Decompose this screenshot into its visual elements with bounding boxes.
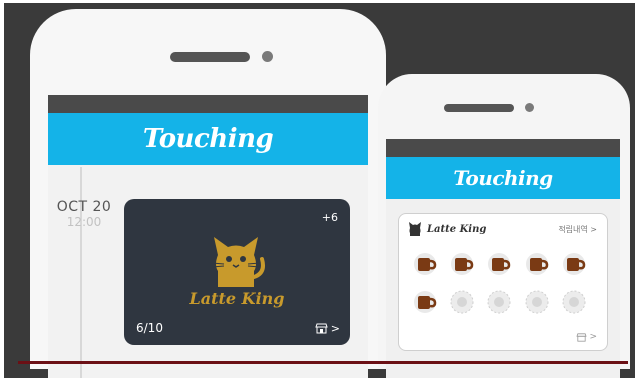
left-phone-screen: Touching OCT 20 12:00 +6 Latte King 6/10… bbox=[48, 95, 368, 378]
promo-stage: Touching OCT 20 12:00 +6 Latte King 6/10… bbox=[4, 3, 635, 378]
bottom-divider bbox=[18, 361, 628, 364]
filled-stamp bbox=[523, 250, 553, 278]
cat-logo-icon bbox=[409, 222, 421, 236]
empty-stamp bbox=[448, 288, 478, 316]
filled-stamp bbox=[560, 250, 590, 278]
app-logo-title: Touching bbox=[453, 166, 553, 190]
card-header: Latte King bbox=[407, 222, 486, 236]
filled-stamp bbox=[485, 250, 515, 278]
coffee-cup-icon bbox=[414, 253, 437, 275]
stamp-detail-card: Latte King 적립내역 > > bbox=[398, 213, 608, 351]
coffee-cup-icon bbox=[488, 253, 511, 275]
brand-name: Latte King bbox=[189, 289, 285, 308]
left-phone: Touching OCT 20 12:00 +6 Latte King 6/10… bbox=[30, 9, 386, 378]
filled-stamp bbox=[411, 250, 441, 278]
date-label: OCT 20 bbox=[56, 199, 112, 215]
empty-stamp-icon bbox=[562, 290, 586, 314]
chevron-right-icon: > bbox=[589, 332, 597, 342]
time-label: 12:00 bbox=[66, 215, 102, 229]
timeline-date: OCT 20 12:00 bbox=[56, 199, 112, 229]
empty-stamp bbox=[485, 288, 515, 316]
coffee-cup-icon bbox=[562, 253, 586, 275]
history-link[interactable]: 적립내역 > bbox=[558, 224, 597, 235]
coffee-cup-icon bbox=[414, 291, 437, 313]
promo-frame: Touching OCT 20 12:00 +6 Latte King 6/10… bbox=[0, 0, 641, 383]
app-logo-title: Touching bbox=[142, 124, 274, 154]
coffee-cup-icon bbox=[525, 253, 548, 275]
store-link[interactable]: > bbox=[576, 332, 597, 342]
empty-stamp bbox=[560, 288, 590, 316]
empty-stamp bbox=[523, 288, 553, 316]
stamp-grid bbox=[411, 250, 597, 316]
coffee-cup-icon bbox=[451, 253, 474, 275]
empty-stamp-icon bbox=[487, 290, 511, 314]
empty-stamp-icon bbox=[450, 290, 474, 314]
brand-name: Latte King bbox=[427, 223, 487, 235]
front-camera bbox=[525, 103, 534, 112]
cat-mascot-icon bbox=[211, 237, 265, 287]
stamp-card[interactable]: +6 Latte King 6/10 > bbox=[124, 199, 350, 345]
filled-stamp bbox=[448, 250, 478, 278]
store-icon bbox=[576, 332, 588, 342]
status-bar bbox=[386, 139, 620, 157]
right-phone: Touching Latte King 적립내역 > > bbox=[378, 74, 630, 378]
bonus-badge: +6 bbox=[321, 211, 338, 224]
speaker-grill bbox=[444, 104, 514, 112]
chevron-right-icon: > bbox=[330, 322, 340, 335]
right-phone-screen: Touching Latte King 적립내역 > > bbox=[386, 139, 620, 378]
app-bar: Touching bbox=[48, 113, 368, 165]
front-camera bbox=[262, 51, 273, 62]
status-bar bbox=[48, 95, 368, 113]
stamp-progress: 6/10 bbox=[136, 321, 163, 335]
store-link[interactable]: > bbox=[315, 322, 340, 335]
empty-stamp-icon bbox=[525, 290, 549, 314]
speaker-grill bbox=[170, 52, 250, 62]
store-icon bbox=[315, 323, 328, 334]
filled-stamp bbox=[411, 288, 441, 316]
app-bar: Touching bbox=[386, 157, 620, 199]
